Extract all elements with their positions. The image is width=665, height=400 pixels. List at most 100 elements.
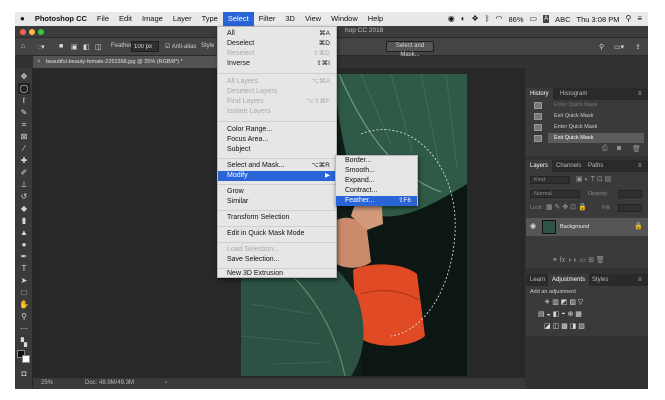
move-tool-icon[interactable]: ✥ <box>18 71 30 82</box>
menu-filter[interactable]: Filter <box>254 12 281 26</box>
blur-tool-icon[interactable]: ▲ <box>18 227 30 238</box>
status-app-icon[interactable]: ◐ <box>461 12 466 26</box>
menu-item-quick-mask[interactable]: Edit in Quick Mask Mode <box>218 229 336 239</box>
clock[interactable]: Thu 3:08 PM <box>577 15 620 24</box>
menu-item-contract[interactable]: Contract... <box>336 186 417 196</box>
menu-file[interactable]: File <box>92 12 114 26</box>
menu-3d[interactable]: 3D <box>280 12 300 26</box>
menu-view[interactable]: View <box>300 12 326 26</box>
status-arrow-icon[interactable]: › <box>165 378 167 389</box>
menu-item-feather[interactable]: Feather... ⇧F6 <box>336 196 417 206</box>
subtract-selection-icon[interactable]: ◧ <box>83 43 90 51</box>
hand-tool-icon[interactable]: ✋ <box>18 299 30 310</box>
menu-item-new-3d-extrusion[interactable]: New 3D Extrusion <box>218 269 336 279</box>
history-item[interactable]: Exit Quick Mask <box>548 133 644 143</box>
gradient-tool-icon[interactable]: ▮ <box>18 215 30 226</box>
menu-help[interactable]: Help <box>363 12 388 26</box>
marquee-preset-icon[interactable]: ◌▾ <box>37 43 45 51</box>
dropbox-icon[interactable]: ❖ <box>472 12 479 26</box>
new-snapshot-icon[interactable]: ⎙ <box>602 145 608 153</box>
document-size[interactable]: Doc: 48.9M/49.3M <box>85 378 134 389</box>
crop-tool-icon[interactable]: ⌗ <box>18 119 30 130</box>
menu-item-select-and-mask[interactable]: Select and Mask... ⌥⌘R <box>218 161 336 171</box>
menu-item-focus-area[interactable]: Focus Area... <box>218 135 336 145</box>
path-selection-tool-icon[interactable]: ➤ <box>18 275 30 286</box>
elliptical-marquee-tool-icon[interactable]: ◯ <box>18 83 30 94</box>
quick-mask-icon[interactable]: ◘ <box>18 368 30 379</box>
pen-tool-icon[interactable]: ✒ <box>18 251 30 262</box>
camera-icon[interactable]: ◙ <box>617 145 621 152</box>
tab-paths[interactable]: Paths <box>584 160 607 172</box>
zoom-window-icon[interactable] <box>38 29 44 35</box>
close-window-icon[interactable] <box>20 29 26 35</box>
tab-adjustments[interactable]: Adjustments <box>548 274 590 286</box>
adjustment-icons-row2[interactable]: ▤ ◒ ◧ ◓ ⊕ ▦ <box>538 310 582 318</box>
workspace-icon[interactable]: ▭▾ <box>614 43 624 51</box>
default-colors-icon[interactable]: ▚ <box>18 337 30 348</box>
rectangle-tool-icon[interactable]: □ <box>18 287 30 298</box>
menu-layer[interactable]: Layer <box>168 12 197 26</box>
menu-item-all[interactable]: All ⌘A <box>218 29 336 39</box>
lock-icons[interactable]: ▦ ✎ ✥ ⊡ 🔒 <box>546 203 587 211</box>
tab-styles[interactable]: Styles <box>588 274 612 286</box>
home-icon[interactable]: ⌂ <box>21 43 25 50</box>
minimize-window-icon[interactable] <box>29 29 35 35</box>
add-selection-icon[interactable]: ▣ <box>71 43 78 51</box>
dodge-tool-icon[interactable]: ● <box>18 239 30 250</box>
tab-learn[interactable]: Learn <box>526 274 549 286</box>
history-item[interactable]: Enter Quick Mask <box>548 100 644 110</box>
menu-type[interactable]: Type <box>197 12 223 26</box>
menu-item-inverse[interactable]: Inverse ⇧⌘I <box>218 59 336 69</box>
edit-toolbar-icon[interactable]: ⋯ <box>18 323 30 334</box>
menu-item-isolate-layers[interactable]: Isolate Layers <box>218 107 336 117</box>
menu-item-expand[interactable]: Expand... <box>336 176 417 186</box>
battery-icon[interactable]: ▭ <box>530 12 538 26</box>
close-tab-icon[interactable]: × <box>37 56 41 68</box>
wifi-icon[interactable]: ◠ <box>496 12 503 26</box>
brush-tool-icon[interactable]: ✐ <box>18 167 30 178</box>
menu-item-modify[interactable]: Modify ▶ <box>218 171 336 181</box>
menu-select[interactable]: Select <box>222 12 254 26</box>
quick-selection-tool-icon[interactable]: ✎ <box>18 107 30 118</box>
intersect-selection-icon[interactable]: ◫ <box>95 43 102 51</box>
tab-layers[interactable]: Layers <box>526 160 553 172</box>
tab-histogram[interactable]: Histogram <box>556 88 591 100</box>
notification-center-icon[interactable]: ≡ <box>637 12 642 26</box>
panel-menu-icon[interactable]: ≡ <box>634 274 646 286</box>
history-brush-tool-icon[interactable]: ↺ <box>18 191 30 202</box>
fill-input[interactable] <box>618 204 642 212</box>
menu-item-smooth[interactable]: Smooth... <box>336 166 417 176</box>
bluetooth-icon[interactable]: ᛒ <box>485 12 490 26</box>
menu-item-color-range[interactable]: Color Range... <box>218 125 336 135</box>
menu-image[interactable]: Image <box>137 12 168 26</box>
zoom-tool-icon[interactable]: ⚲ <box>18 311 30 322</box>
select-and-mask-button[interactable]: Select and Mask... <box>386 41 434 58</box>
feather-input[interactable] <box>131 41 159 52</box>
visibility-eye-icon[interactable]: ◉ <box>530 222 536 230</box>
zoom-level[interactable]: 25% <box>41 378 53 389</box>
opacity-input[interactable] <box>618 190 642 198</box>
document-tab[interactable]: × beautiful-beauty-female-2252368.jpg @ … <box>33 56 223 68</box>
spotlight-icon[interactable]: ⚲ <box>625 12 631 26</box>
history-item[interactable]: Exit Quick Mask <box>548 111 644 121</box>
menu-item-deselect[interactable]: Deselect ⌘D <box>218 39 336 49</box>
clone-stamp-tool-icon[interactable]: ⊥ <box>18 179 30 190</box>
menu-item-grow[interactable]: Grow <box>218 187 336 197</box>
eyedropper-tool-icon[interactable]: ⁄ <box>18 143 30 154</box>
menu-item-reselect[interactable]: Reselect ⇧⌘D <box>218 49 336 59</box>
lasso-tool-icon[interactable]: ℓ <box>18 95 30 106</box>
menu-item-all-layers[interactable]: All Layers ⌥⌘A <box>218 77 336 87</box>
share-icon[interactable]: ⇪ <box>635 43 641 51</box>
app-menu[interactable]: Photoshop CC <box>30 12 92 26</box>
apple-icon[interactable]: ● <box>15 12 30 26</box>
eraser-tool-icon[interactable]: ◆ <box>18 203 30 214</box>
status-app-icon[interactable]: ◉ <box>448 12 455 26</box>
menu-item-transform-selection[interactable]: Transform Selection <box>218 213 336 223</box>
layer-actions-icons[interactable]: ⚭ fx ◑ ◐ ▭ ⊞ 🗑 <box>552 256 605 264</box>
menu-item-border[interactable]: Border... <box>336 156 417 166</box>
panel-menu-icon[interactable]: ≡ <box>634 160 646 172</box>
menu-edit[interactable]: Edit <box>114 12 137 26</box>
frame-tool-icon[interactable]: ⊠ <box>18 131 30 142</box>
layer-row-background[interactable]: ◉ Background 🔒 <box>526 218 648 236</box>
search-icon[interactable]: ⚲ <box>599 43 604 51</box>
